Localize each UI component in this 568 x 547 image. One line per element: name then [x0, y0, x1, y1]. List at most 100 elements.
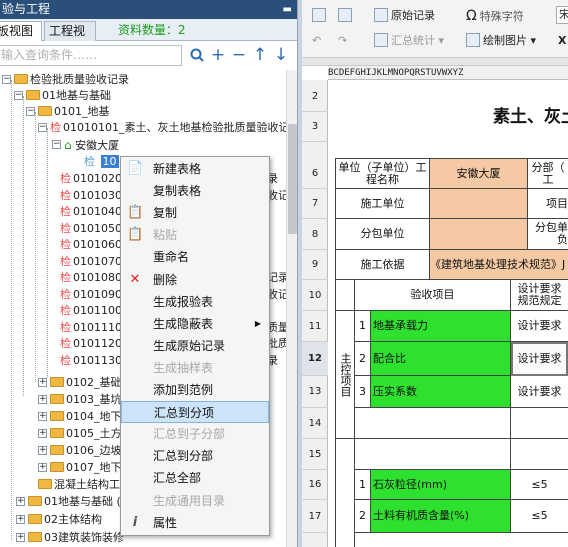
empty-row[interactable]	[355, 408, 511, 439]
item-name[interactable]: 配合比	[371, 342, 511, 376]
expand-icon[interactable]: +	[16, 533, 25, 542]
folder-icon	[50, 394, 64, 404]
undo-icon[interactable]: ↶	[312, 33, 321, 49]
tree-node-record-template[interactable]: − 检 01010101_素土、灰土地基检验批质量验收记录	[38, 120, 286, 136]
row-header[interactable]: 3	[302, 112, 328, 142]
special-char-button[interactable]: Ω 特殊字符	[466, 8, 524, 25]
expand-icon[interactable]: +	[38, 378, 47, 387]
acceptance-item-header: 验收项目	[355, 280, 511, 311]
font-select[interactable]: 宋	[556, 6, 568, 24]
item-name[interactable]: 地基承载力	[371, 311, 511, 342]
tree-node-ground[interactable]: − 0101_地基	[26, 104, 110, 120]
menu-item[interactable]: 生成原始记录	[121, 335, 269, 357]
tab-template-view[interactable]: 板视图	[0, 21, 42, 41]
empty-cell[interactable]	[511, 408, 568, 439]
menu-item[interactable]: 汇总全部	[121, 467, 269, 489]
tree-node-folder[interactable]: 混凝土结构工	[38, 477, 120, 493]
row-header[interactable]: 10	[302, 280, 328, 311]
expand-icon[interactable]: +	[16, 515, 25, 524]
item-requirement[interactable]: 设计要求	[511, 376, 568, 408]
item-name[interactable]: 压实系数	[371, 376, 511, 408]
check-prefix: 检	[60, 238, 71, 251]
menu-item[interactable]: 📋 复制	[121, 202, 269, 224]
tree-node-folder[interactable]: +0106_边坡	[38, 443, 122, 459]
row-header[interactable]: 12	[302, 342, 328, 376]
row-header[interactable]: 14	[302, 408, 328, 439]
row-header[interactable]: 13	[302, 376, 328, 408]
row-header[interactable]: 6	[302, 158, 328, 189]
tree-node-division[interactable]: +01地基与基础 (G	[16, 494, 129, 510]
menu-item[interactable]: 📄 新建表格	[121, 158, 269, 180]
copy-icon[interactable]	[338, 8, 355, 24]
row-header[interactable]: 7	[302, 189, 328, 219]
save-icon[interactable]	[312, 8, 329, 24]
menu-item[interactable]: 汇总到分部	[121, 445, 269, 467]
menu-item[interactable]: 生成抽样表	[121, 357, 269, 379]
menu-item[interactable]: 汇总到子分部	[121, 423, 269, 445]
menu-item[interactable]: 生成通用目录	[121, 490, 269, 512]
menu-item[interactable]: ✕ 删除	[121, 269, 269, 291]
arrow-up-icon[interactable]: ↑	[250, 45, 270, 65]
pin-icon[interactable]: ▬	[283, 0, 292, 19]
menu-item[interactable]: 重命名	[121, 246, 269, 268]
item-requirement[interactable]: ≤5	[511, 470, 568, 500]
summary-stats-button[interactable]: 汇总统计 ▾	[374, 33, 444, 49]
original-record-button[interactable]: 原始记录	[374, 8, 435, 24]
redo-icon[interactable]: ↷	[338, 33, 347, 49]
tab-project-view[interactable]: 工程视图	[44, 21, 96, 56]
expand-icon[interactable]: +	[16, 497, 25, 506]
row-header[interactable]: 11	[302, 311, 328, 342]
tree-node-root[interactable]: − 检验批质量验收记录	[2, 72, 129, 88]
row-header[interactable]: 17	[302, 500, 328, 533]
menu-item[interactable]: 生成报验表	[121, 291, 269, 313]
plus-icon[interactable]: +	[208, 45, 228, 65]
tree-node-division[interactable]: +03建筑装饰装修	[16, 530, 124, 546]
minus-icon[interactable]: −	[229, 45, 249, 65]
item-name[interactable]: 石灰粒径(mm)	[371, 470, 511, 500]
item-requirement[interactable]: ≤5	[511, 500, 568, 533]
item-requirement[interactable]: 设计要求	[511, 311, 568, 342]
menu-item[interactable]: 复制表格	[121, 180, 269, 202]
collapse-icon[interactable]: −	[14, 91, 23, 100]
item-name[interactable]: 土料有机质含量(%)	[371, 500, 511, 533]
collapse-icon[interactable]: −	[2, 75, 11, 84]
menu-item[interactable]: 汇总到分项	[121, 401, 269, 424]
menu-item[interactable]: 添加到范例	[121, 379, 269, 401]
tree-scrollbar[interactable]	[286, 70, 297, 547]
scrollbar-thumb[interactable]	[288, 124, 297, 234]
empty-cell[interactable]	[511, 439, 568, 470]
row-header[interactable]: 2	[302, 82, 328, 112]
collapse-icon[interactable]: −	[38, 123, 47, 132]
empty-row[interactable]	[355, 439, 511, 470]
expand-icon[interactable]: +	[38, 446, 47, 455]
arrow-down-icon[interactable]: ↓	[271, 45, 291, 65]
row-header[interactable]: 15	[302, 439, 328, 470]
basis-value[interactable]: 《建筑地基处理技术规范》J	[430, 250, 568, 280]
search-input[interactable]: 输入查询条件……	[0, 45, 182, 66]
expand-icon[interactable]: +	[38, 463, 47, 472]
tree-node-selected-record[interactable]: 检 10	[84, 154, 119, 170]
row-header[interactable]: 9	[302, 250, 328, 280]
unit-value[interactable]: 安徽大厦	[430, 158, 528, 189]
tree-node-folder[interactable]: +0105_土方	[38, 426, 122, 442]
constructor-value[interactable]	[430, 189, 528, 219]
expand-icon[interactable]: +	[38, 412, 47, 421]
tree-node-foundation[interactable]: − 01地基与基础	[14, 88, 111, 104]
draw-picture-button[interactable]: 绘制图片 ▾	[466, 33, 536, 49]
search-icon[interactable]	[187, 45, 207, 65]
item-requirement[interactable]: 设计要求	[511, 342, 568, 376]
menu-item[interactable]: 📋 粘贴	[121, 224, 269, 246]
collapse-icon[interactable]: −	[52, 140, 61, 149]
collapse-icon[interactable]: −	[26, 107, 35, 116]
tree-node-project[interactable]: − ⌂ 安徽大厦	[52, 137, 119, 153]
menu-item[interactable]: i 属性	[121, 512, 269, 534]
tree-node-division[interactable]: +02主体结构	[16, 512, 102, 528]
menu-item[interactable]: 生成隐蔽表 ▶	[121, 313, 269, 335]
row-header[interactable]: 8	[302, 219, 328, 250]
subcontract-value[interactable]	[430, 219, 528, 250]
row-header[interactable]: 16	[302, 470, 328, 500]
expand-icon[interactable]: +	[38, 429, 47, 438]
expand-icon[interactable]: +	[38, 395, 47, 404]
tree-node-folder[interactable]: +0102_基础	[38, 375, 122, 391]
close-icon[interactable]: X	[558, 33, 566, 49]
